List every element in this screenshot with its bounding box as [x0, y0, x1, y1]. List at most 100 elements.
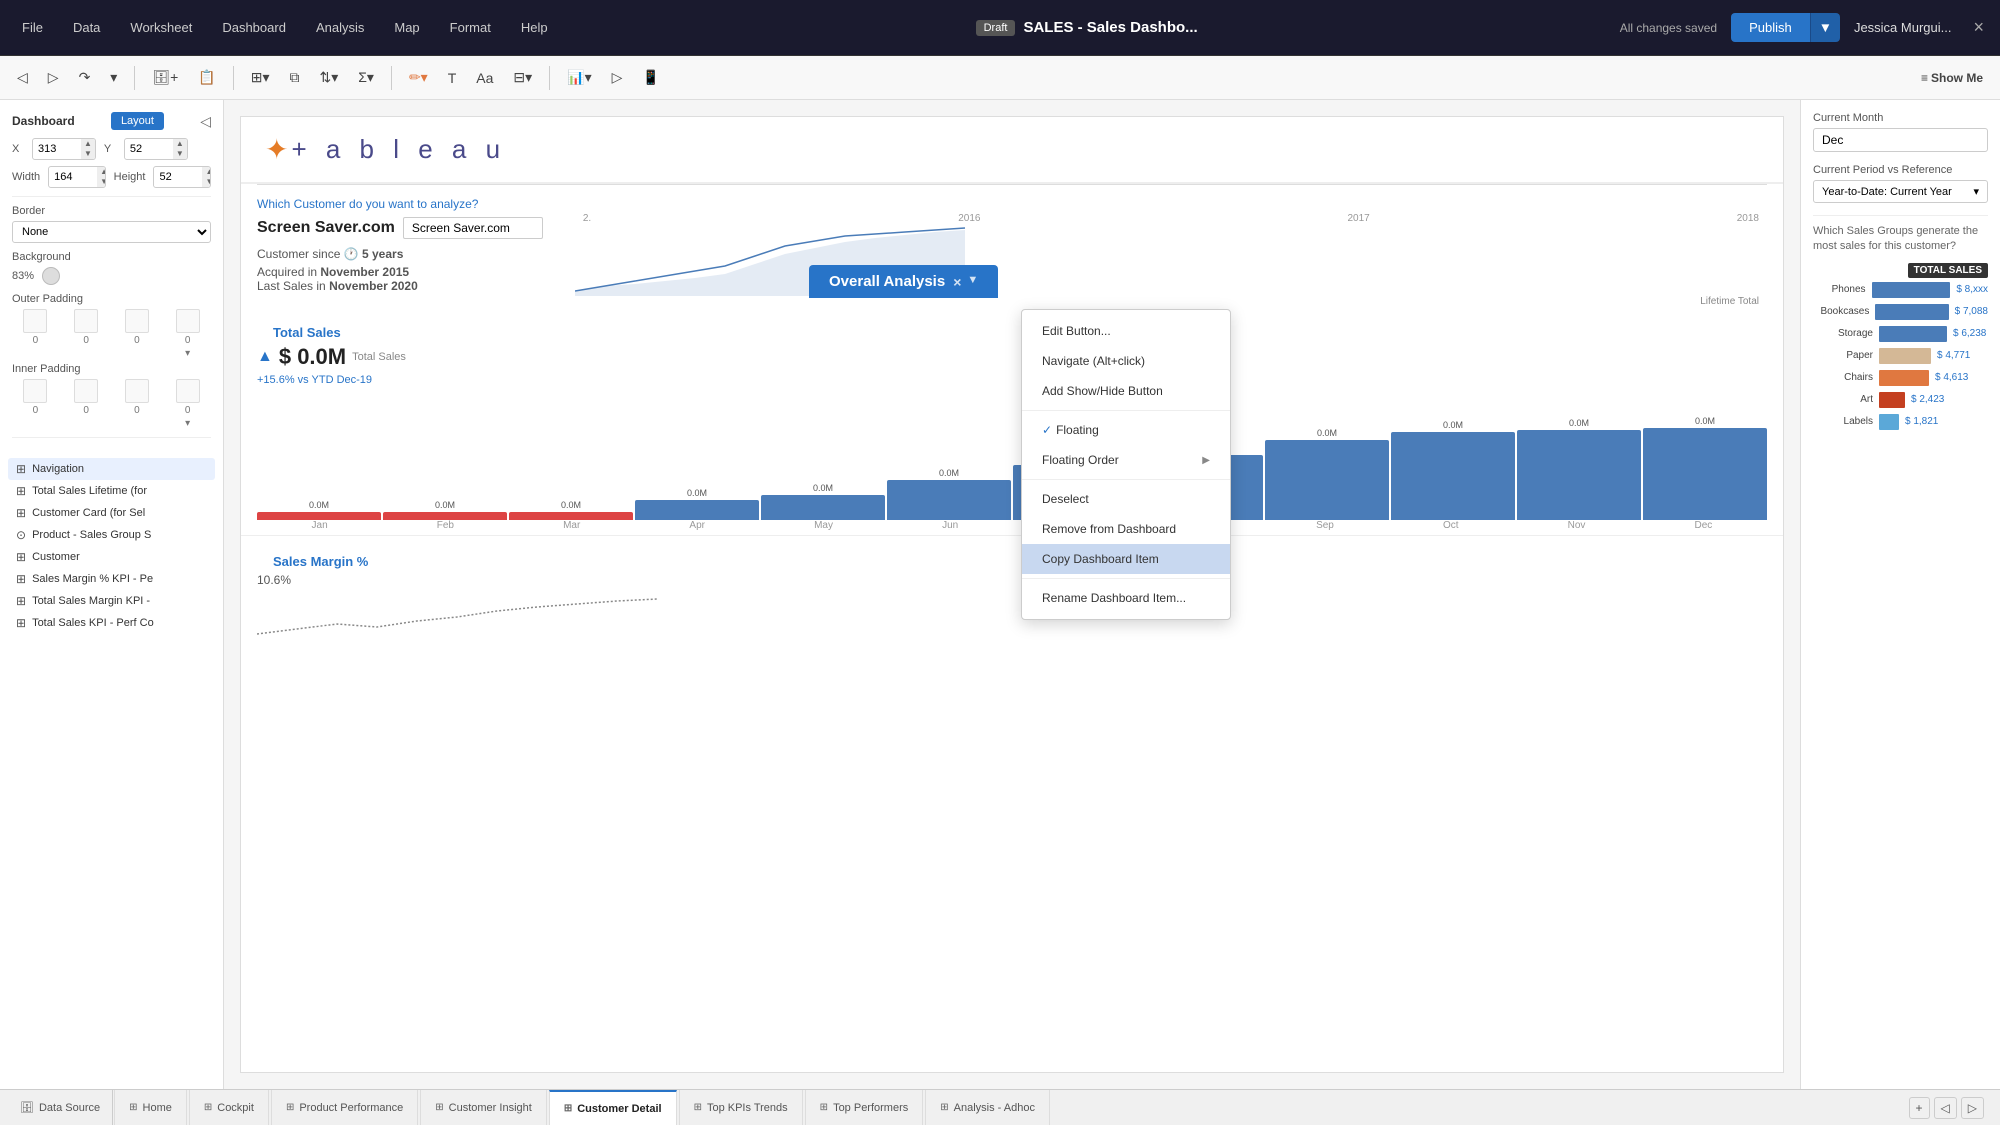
x-input[interactable] [33, 140, 81, 158]
nav-item-total-margin[interactable]: ⊞ Total Sales Margin KPI - [8, 590, 215, 612]
ipad-right: 0 [63, 379, 110, 429]
category-bar-labels: Labels $ 1,821 [1813, 414, 1988, 430]
context-menu-overlay[interactable]: Overall Analysis × ▼ Edit Button... Navi… [241, 117, 1783, 1072]
sheet-icon: ⊞ [940, 1102, 948, 1113]
width-input[interactable] [49, 168, 97, 186]
x-up[interactable]: ▲ [81, 139, 95, 149]
popup-close-icon[interactable]: × [953, 274, 961, 290]
nav-item-total-kpi[interactable]: ⊞ Total Sales KPI - Perf Co [8, 612, 215, 634]
height-stepper[interactable]: ▲ ▼ [202, 167, 211, 187]
ctx-floating-order[interactable]: Floating Order ▶ [1022, 445, 1230, 475]
nav-item-sales-margin[interactable]: ⊞ Sales Margin % KPI - Pe [8, 568, 215, 590]
new-sheet-button[interactable]: + [1909, 1097, 1930, 1119]
menu-worksheet[interactable]: Worksheet [124, 16, 198, 39]
sort-button[interactable]: ⇅▾ [312, 64, 345, 91]
menu-analysis[interactable]: Analysis [310, 16, 370, 39]
width-stepper[interactable]: ▲ ▼ [97, 167, 106, 187]
menu-file[interactable]: File [16, 16, 49, 39]
bg-color-picker[interactable] [42, 267, 60, 285]
ctx-remove[interactable]: Remove from Dashboard [1022, 514, 1230, 544]
label-button[interactable]: T [441, 65, 464, 91]
menu-format[interactable]: Format [444, 16, 497, 39]
publish-dropdown-button[interactable]: ▼ [1810, 13, 1840, 42]
layout-button[interactable]: Layout [111, 112, 164, 130]
sheet-icon: ⊞ [286, 1102, 294, 1113]
x-input-wrap[interactable]: ▲ ▼ [32, 138, 96, 160]
user-menu[interactable]: Jessica Murgui... [1854, 20, 1952, 35]
height-up[interactable]: ▲ [202, 167, 211, 177]
width-input-wrap[interactable]: ▲ ▼ [48, 166, 106, 188]
new-datasource-button[interactable]: 🗄+ [145, 64, 185, 91]
ctx-copy[interactable]: Copy Dashboard Item [1022, 544, 1230, 574]
ctx-floating[interactable]: Floating [1022, 415, 1230, 445]
tab-analysis---adhoc[interactable]: ⊞Analysis - Adhoc [925, 1090, 1050, 1125]
width-up[interactable]: ▲ [97, 167, 106, 177]
nav-item-customer[interactable]: ⊞ Customer [8, 546, 215, 568]
border-select[interactable]: None [12, 221, 211, 243]
tab-top-kpis-trends[interactable]: ⊞Top KPIs Trends [679, 1090, 803, 1125]
popup-arrow-icon[interactable]: ▼ [967, 274, 978, 290]
menu-help[interactable]: Help [515, 16, 554, 39]
menu-dashboard[interactable]: Dashboard [216, 16, 292, 39]
format-button[interactable]: Aa [469, 65, 500, 91]
nav-item-product[interactable]: ⊙ Product - Sales Group S [8, 524, 215, 546]
redo-button[interactable]: ↷ [72, 64, 98, 91]
x-down[interactable]: ▼ [81, 149, 95, 159]
width-down[interactable]: ▼ [97, 177, 106, 187]
height-down[interactable]: ▼ [202, 177, 211, 187]
nav-item-navigation[interactable]: ⊞ Navigation [8, 458, 215, 480]
ctx-div1 [1022, 410, 1230, 411]
height-input[interactable] [154, 168, 202, 186]
ctx-deselect[interactable]: Deselect [1022, 484, 1230, 514]
redo-dropdown[interactable]: ▾ [103, 64, 124, 91]
back-button[interactable]: ◁ [10, 64, 35, 91]
tab-customer-detail[interactable]: ⊞Customer Detail [549, 1090, 677, 1125]
month-filter-value[interactable]: Dec [1813, 128, 1988, 152]
ctx-edit-button[interactable]: Edit Button... [1022, 316, 1230, 346]
publish-button[interactable]: Publish [1731, 13, 1810, 42]
y-input-wrap[interactable]: ▲ ▼ [124, 138, 188, 160]
tab-scroll-right[interactable]: ▷ [1961, 1097, 1984, 1119]
show-me-button[interactable]: ≡ Show Me [1914, 66, 1990, 90]
y-down[interactable]: ▼ [173, 149, 187, 159]
close-button[interactable]: × [1973, 17, 1984, 38]
collapse-button[interactable]: ◁ [200, 113, 211, 130]
y-up[interactable]: ▲ [173, 139, 187, 149]
container-button[interactable]: ⊟▾ [506, 64, 539, 91]
height-input-wrap[interactable]: ▲ ▼ [153, 166, 211, 188]
tab-home[interactable]: ⊞Home [114, 1090, 187, 1125]
menu-data[interactable]: Data [67, 16, 106, 39]
y-input[interactable] [125, 140, 173, 158]
tab-product-performance[interactable]: ⊞Product Performance [271, 1090, 418, 1125]
ctx-navigate[interactable]: Navigate (Alt+click) [1022, 346, 1230, 376]
add-sheet-button[interactable]: ⊞▾ [244, 64, 277, 91]
forward-button[interactable]: ▷ [41, 64, 66, 91]
menu-map[interactable]: Map [388, 16, 425, 39]
show-me-icon: ≡ [1921, 71, 1928, 85]
data-source-tab[interactable]: 🗄 Data Source [8, 1090, 113, 1125]
nav-item-customer-card[interactable]: ⊞ Customer Card (for Sel [8, 502, 215, 524]
title-area: Draft SALES - Sales Dashbo... [566, 19, 1608, 36]
dashboard-section: Dashboard Layout ◁ X ▲ ▼ Y ▲ [0, 100, 223, 458]
device-button[interactable]: 📱 [635, 64, 666, 91]
tab-cockpit[interactable]: ⊞Cockpit [189, 1090, 269, 1125]
tab-scroll-left[interactable]: ◁ [1934, 1097, 1957, 1119]
tab-customer-insight[interactable]: ⊞Customer Insight [420, 1090, 547, 1125]
nav-item-total-sales[interactable]: ⊞ Total Sales Lifetime (for [8, 480, 215, 502]
x-stepper[interactable]: ▲ ▼ [81, 139, 95, 159]
period-filter-dropdown[interactable]: Year-to-Date: Current Year ▾ [1813, 180, 1988, 203]
ctx-add-show-hide[interactable]: Add Show/Hide Button [1022, 376, 1230, 406]
sidebar: Dashboard Layout ◁ X ▲ ▼ Y ▲ [0, 100, 224, 1089]
filter-button[interactable]: ⧉ [282, 64, 306, 91]
chart-type-button[interactable]: 📊▾ [560, 64, 598, 91]
paste-button[interactable]: 📋 [191, 64, 222, 91]
tab-top-performers[interactable]: ⊞Top Performers [805, 1090, 924, 1125]
marks-button[interactable]: ✏▾ [402, 64, 435, 91]
sheet-icon: ⊞ [129, 1102, 137, 1113]
nav-total-margin-icon: ⊞ [16, 594, 26, 608]
present-button[interactable]: ▷ [605, 64, 630, 91]
y-stepper[interactable]: ▲ ▼ [173, 139, 187, 159]
aggregate-button[interactable]: Σ▾ [351, 64, 381, 91]
ctx-rename[interactable]: Rename Dashboard Item... [1022, 583, 1230, 613]
overall-analysis-button[interactable]: Overall Analysis × ▼ [809, 265, 998, 298]
